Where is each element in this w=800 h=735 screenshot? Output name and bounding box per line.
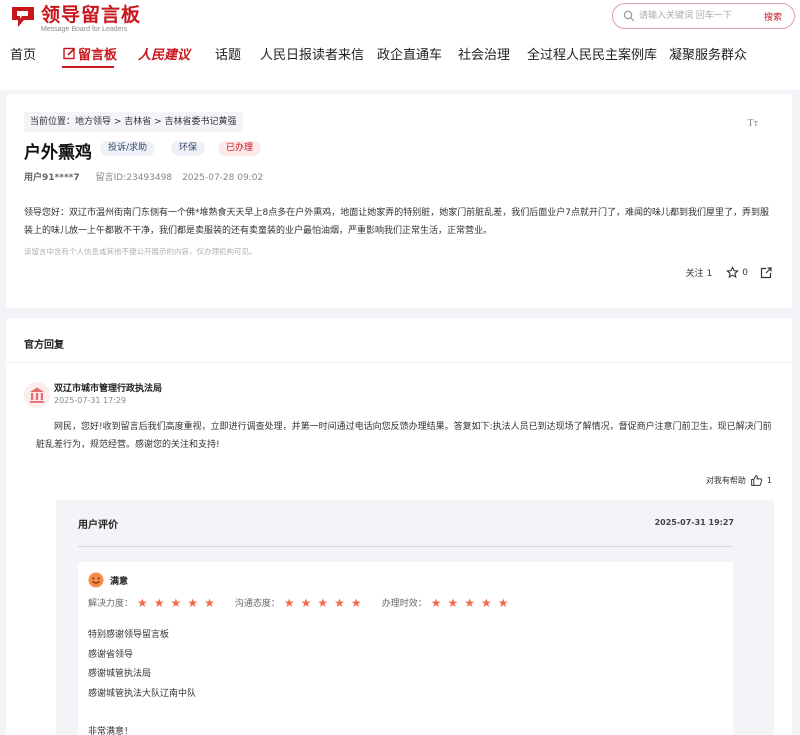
status-badge: 已办理 bbox=[218, 141, 262, 156]
reply-content: 网民，您好!收到留言后我们高度重视，立即进行调查处理，并第一时间通过电话向您反馈… bbox=[36, 422, 772, 450]
rating-label: 解决力度： bbox=[88, 599, 134, 609]
reply-card: 官方回复 双辽市城市管理行政执法局 2025-07-31 17:29 网民，您好… bbox=[6, 318, 792, 735]
rating-label: 沟通态度： bbox=[234, 599, 280, 609]
star-icon: ★ bbox=[497, 595, 509, 610]
nav-item-message-board-label: 留言板 bbox=[78, 48, 118, 63]
search-box: 搜索 bbox=[612, 3, 795, 29]
logo-icon bbox=[12, 7, 34, 27]
star-icon: ★ bbox=[481, 595, 492, 610]
logo-subtitle: Message Board for Leaders bbox=[41, 26, 128, 33]
message-actions: 关注 1 0 bbox=[686, 266, 772, 279]
message-content: 领导您好：双辽市温州街南门东侧有一个佛*堆熟食天天早上8点多在户外熏鸡，地面让她… bbox=[24, 208, 769, 236]
message-date: 2025-07-28 09:02 bbox=[182, 173, 264, 183]
nav-item-home[interactable]: 首页 bbox=[10, 44, 36, 63]
evaluation-time: 2025-07-31 19:27 bbox=[654, 518, 734, 527]
tag-field: 环保 bbox=[171, 141, 206, 156]
nav-item-topics[interactable]: 话题 bbox=[215, 44, 241, 63]
rating-timeliness: 办理时效： ★ ★ ★ ★ ★ bbox=[381, 596, 515, 610]
star-icon: ★ bbox=[137, 595, 148, 610]
comment-line: 非常满意！ bbox=[88, 727, 134, 735]
nav-item-democracy-cases[interactable]: 全过程人民民主案例库 bbox=[527, 44, 657, 63]
star-icon: ★ bbox=[317, 595, 329, 610]
thumbs-up-icon bbox=[751, 475, 763, 486]
ratings-row: 解决力度： ★ ★ ★ ★ ★ 沟通态度： ★ ★ ★ ★ ★ 办理时效： ★ ★ ★ ★ ★ bbox=[88, 596, 529, 610]
reply-section-title: 官方回复 bbox=[24, 340, 64, 351]
star-icon: ★ bbox=[350, 595, 362, 610]
comment-line: 感谢省领导 bbox=[88, 649, 134, 660]
helpful-count: 1 bbox=[766, 476, 772, 485]
top-header: 领导留言板 Message Board for Leaders 搜索 首页 留言… bbox=[0, 0, 800, 90]
rating-label: 办理时效： bbox=[381, 599, 427, 609]
share-icon[interactable] bbox=[760, 266, 772, 279]
search-icon bbox=[623, 10, 635, 22]
follow-button[interactable]: 关注 1 bbox=[686, 266, 713, 279]
message-card: 当前位置：地方领导 > 吉林省 > 吉林省委书记黄强 Tт 户外熏鸡 投诉/求助… bbox=[6, 94, 792, 308]
privacy-notice: 该留言中含有个人信息或其他不便公开展示的内容，仅办理机构可见。 bbox=[24, 247, 257, 256]
follow-label: 关注 bbox=[685, 269, 704, 279]
reply-org-name: 双辽市城市管理行政执法局 bbox=[54, 384, 163, 394]
pen-icon bbox=[63, 47, 76, 60]
rating-solution: 解决力度： ★ ★ ★ ★ ★ bbox=[88, 596, 221, 610]
star-icon: ★ bbox=[153, 595, 165, 610]
site-logo[interactable]: 领导留言板 Message Board for Leaders bbox=[10, 5, 141, 34]
star-icon: ★ bbox=[170, 595, 182, 610]
section-divider bbox=[6, 362, 792, 363]
avatar bbox=[24, 382, 50, 408]
main-nav: 首页 留言板 人民建议 话题 人民日报读者来信 政企直通车 社会治理 全过程人民… bbox=[0, 44, 800, 68]
comment-line: 感谢城管执法局 bbox=[88, 669, 152, 679]
star-rating: ★ ★ ★ ★ ★ bbox=[431, 597, 515, 609]
nav-item-gov-enterprise[interactable]: 政企直通车 bbox=[377, 44, 442, 63]
evaluation-comment: 特别感谢领导留言板 感谢省领导 感谢城管执法局 感谢城管执法大队辽南中队 非常满… bbox=[88, 626, 196, 735]
rating-attitude: 沟通态度： ★ ★ ★ ★ ★ bbox=[234, 596, 368, 610]
star-rating: ★ ★ ★ ★ ★ bbox=[284, 597, 368, 609]
message-user: 用户91****7 bbox=[24, 173, 80, 183]
message-meta: 用户91****7 留言ID:23493498 2025-07-28 09:02 bbox=[24, 170, 263, 183]
star-rating: ★ ★ ★ ★ ★ bbox=[137, 597, 221, 609]
overall-rating: 满意 bbox=[110, 577, 129, 587]
star-icon: ★ bbox=[447, 595, 459, 610]
helpful-button[interactable]: 对我有帮助 1 bbox=[706, 474, 772, 487]
comment-line: 感谢城管执法大队辽南中队 bbox=[88, 688, 197, 699]
evaluation-divider bbox=[78, 546, 733, 547]
follow-count: 1 bbox=[706, 269, 713, 279]
smiley-face-icon bbox=[88, 572, 104, 588]
nav-item-message-board[interactable]: 留言板 bbox=[63, 44, 117, 63]
font-size-icon[interactable]: Tт bbox=[748, 118, 758, 129]
star-icon: ★ bbox=[430, 595, 442, 610]
breadcrumb[interactable]: 当前位置：地方领导 > 吉林省 > 吉林省委书记黄强 bbox=[24, 112, 243, 132]
reply-time: 2025-07-31 17:29 bbox=[54, 396, 127, 405]
user-evaluation: 用户评价 2025-07-31 19:27 满意 解决力度： ★ ★ ★ ★ ★ 沟通态… bbox=[56, 500, 774, 735]
star-icon bbox=[726, 266, 740, 279]
evaluation-title: 用户评价 bbox=[78, 520, 118, 531]
logo-title: 领导留言板 bbox=[41, 4, 142, 26]
comment-line: 特别感谢领导留言板 bbox=[88, 630, 170, 640]
tag-category: 投诉/求助 bbox=[100, 141, 156, 156]
star-icon: ★ bbox=[283, 595, 295, 610]
star-icon: ★ bbox=[204, 595, 215, 610]
nav-item-readers-letters[interactable]: 人民日报读者来信 bbox=[260, 44, 364, 63]
nav-item-social-governance[interactable]: 社会治理 bbox=[458, 44, 510, 63]
comment-line bbox=[88, 704, 196, 723]
star-icon: ★ bbox=[464, 595, 475, 610]
nav-item-people-suggestion[interactable]: 人民建议 bbox=[138, 44, 190, 63]
star-icon: ★ bbox=[187, 595, 199, 610]
star-icon: ★ bbox=[334, 595, 345, 610]
evaluation-card: 满意 解决力度： ★ ★ ★ ★ ★ 沟通态度： ★ ★ ★ ★ ★ 办理时效： ★ ★ ★ ★ ★ 特… bbox=[78, 562, 733, 735]
search-button[interactable]: 搜索 bbox=[764, 10, 782, 23]
search-input[interactable] bbox=[639, 8, 749, 24]
star-count: 0 bbox=[742, 267, 748, 278]
building-icon bbox=[30, 387, 44, 403]
message-title: 户外熏鸡 bbox=[24, 143, 92, 163]
helpful-label: 对我有帮助 bbox=[705, 476, 746, 485]
message-id: 留言ID:23493498 bbox=[95, 173, 173, 183]
star-icon: ★ bbox=[300, 595, 312, 610]
nav-item-serve-masses[interactable]: 凝聚服务群众 bbox=[669, 44, 747, 63]
nav-active-underline bbox=[62, 66, 114, 68]
star-button[interactable]: 0 bbox=[726, 266, 748, 279]
